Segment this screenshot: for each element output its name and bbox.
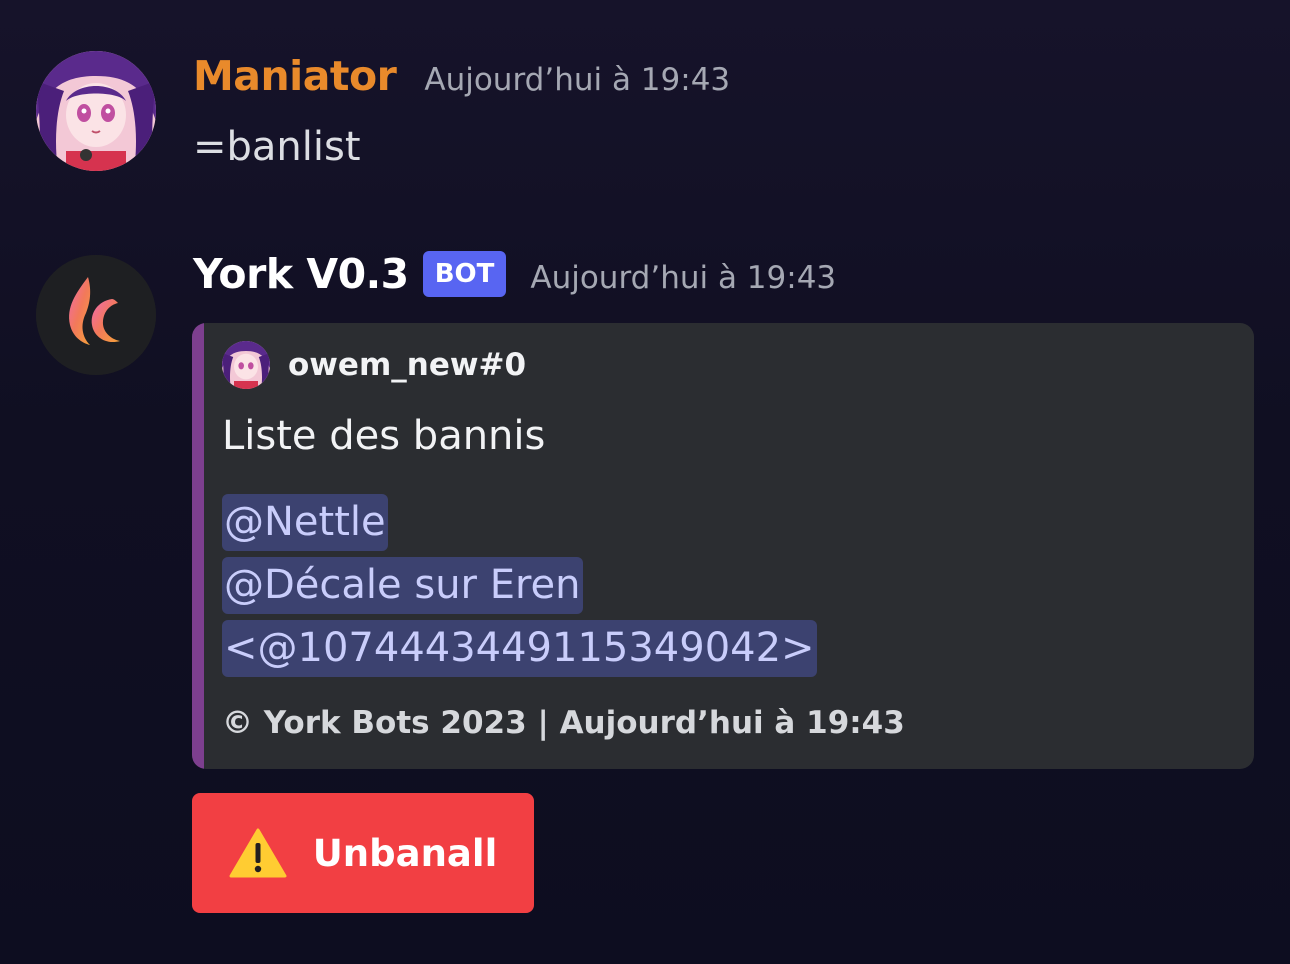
bot-username[interactable]: York V0.3: [193, 250, 409, 298]
mention-user-id[interactable]: <@1074443449115349042>: [222, 620, 817, 677]
embed-color-bar: [192, 323, 204, 769]
embed-card: owem_new#0 Liste des bannis @Nettle @Déc…: [192, 323, 1254, 769]
embed-author-avatar: [222, 341, 270, 389]
embed-title: Liste des bannis: [222, 413, 546, 459]
embed-footer: © York Bots 2023 | Aujourd’hui à 19:43: [222, 705, 905, 741]
mention-nettle[interactable]: @Nettle: [222, 494, 388, 551]
timestamp: Aujourd’hui à 19:43: [530, 260, 837, 296]
timestamp: Aujourd’hui à 19:43: [424, 62, 731, 98]
warning-icon: [229, 828, 287, 878]
mention-list: @Nettle @Décale sur Eren <@1074443449115…: [222, 494, 817, 683]
message-maniator: Maniator Aujourd’hui à 19:43 =banlist: [0, 0, 1290, 220]
anime-girl-avatar-icon: [222, 341, 270, 389]
embed-author-name: owem_new#0: [288, 347, 527, 383]
bot-avatar[interactable]: [36, 255, 156, 375]
bot-tag: BOT: [422, 251, 507, 297]
unbanall-button[interactable]: Unbanall: [192, 793, 534, 913]
user-avatar[interactable]: [36, 51, 156, 171]
message-content: =banlist: [193, 124, 361, 170]
embed-author: owem_new#0: [222, 341, 526, 389]
unbanall-button-label: Unbanall: [312, 831, 498, 875]
anime-girl-avatar-icon: [36, 51, 156, 171]
username[interactable]: Maniator: [193, 52, 397, 100]
mention-decale-sur-eren[interactable]: @Décale sur Eren: [222, 557, 583, 614]
flame-logo-avatar-icon: [36, 255, 156, 375]
